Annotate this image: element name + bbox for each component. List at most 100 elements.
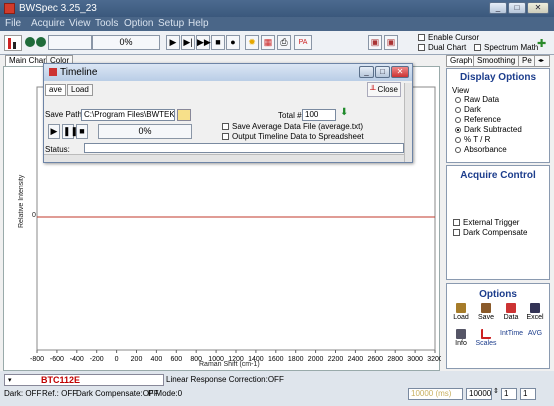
radio-absorbance[interactable]: Absorbance	[455, 145, 507, 154]
radio-percent-t-r[interactable]: % T / R	[455, 135, 490, 144]
x-tick-label: 1600	[268, 356, 284, 363]
spectrum-math-checkbox[interactable]: Spectrum Math	[474, 43, 538, 52]
horizontal-scrollbar[interactable]	[44, 154, 404, 162]
load-icon	[456, 303, 466, 313]
connect2-icon[interactable]	[36, 37, 46, 47]
radio-raw-data[interactable]: Raw Data	[455, 95, 499, 104]
folder-icon[interactable]	[177, 109, 191, 121]
inttime-input[interactable]: 10000	[466, 388, 492, 400]
data-button[interactable]: Data	[500, 302, 522, 324]
down-arrow-icon[interactable]: ⬇	[340, 107, 354, 120]
timeline-title: Timeline	[60, 67, 98, 78]
spin-icon[interactable]: ⇕	[493, 387, 499, 395]
sun-icon[interactable]: ✹	[245, 35, 259, 50]
hardware-icon[interactable]: ▣	[368, 35, 382, 50]
view-group-label: View	[452, 86, 470, 95]
acquire-control-title: Acquire Control	[460, 170, 536, 181]
spectrum-math-label: Spectrum Math	[484, 43, 539, 52]
record-icon[interactable]: ●	[226, 35, 240, 50]
menu-tools[interactable]: Tools	[95, 18, 118, 29]
avg-button[interactable]: AVG	[524, 330, 546, 352]
x-tick-label: -600	[50, 356, 64, 363]
display-options-title: Display Options	[459, 72, 537, 83]
device-select[interactable]: ▾ BTC112E	[4, 374, 164, 386]
close-button[interactable]: ✕	[527, 2, 549, 14]
x-tick-label: 2800	[387, 356, 403, 363]
fast-forward-icon[interactable]: ▶▶	[196, 35, 211, 50]
vertical-scrollbar[interactable]	[404, 83, 412, 162]
window-title: BWSpec 3.25_23	[19, 3, 97, 14]
display-options-box: Display Options View Raw Data Dark Refer…	[446, 68, 550, 163]
y-tick-label: 0	[32, 212, 36, 219]
tab-graph[interactable]: Graph	[446, 55, 477, 67]
timeline-maximize-button[interactable]: □	[375, 66, 390, 78]
extra-input[interactable]: 1	[520, 388, 536, 400]
options-box: Options Load Save Data Excel Info Scales…	[446, 283, 550, 369]
y-axis-label: Relative Intensity	[18, 174, 25, 228]
timeline-close-x[interactable]: ✕	[391, 66, 409, 78]
timeline-pause-icon[interactable]: ❚❚	[62, 124, 78, 139]
x-tick-label: -800	[30, 356, 44, 363]
menu-view[interactable]: View	[69, 18, 91, 29]
title-bar: BWSpec 3.25_23 _ □ ✕	[0, 0, 554, 17]
maximize-button[interactable]: □	[508, 2, 526, 14]
close-icon: ╨	[370, 85, 376, 94]
progress-field: 0%	[92, 35, 160, 50]
arrow-icon[interactable]: ✚	[537, 37, 546, 50]
excel-icon	[530, 303, 540, 313]
inttime-button[interactable]: IntTime	[500, 330, 523, 352]
scales-button[interactable]: Scales	[475, 328, 497, 350]
x-tick-label: 2000	[308, 356, 324, 363]
x-tick-label: 600	[170, 356, 182, 363]
data-icon	[506, 303, 516, 313]
radio-reference[interactable]: Reference	[455, 115, 501, 124]
timeline-play-icon[interactable]: ▶	[48, 124, 60, 139]
settings-icon[interactable]: ▣	[384, 35, 398, 50]
timeline-tab-load[interactable]: Load	[67, 84, 93, 96]
ref-status: Ref.: OFF	[42, 389, 78, 398]
timeline-icon	[49, 68, 57, 76]
enable-cursor-checkbox[interactable]: Enable Cursor	[418, 33, 479, 42]
timeline-stop-icon[interactable]: ■	[76, 124, 88, 139]
total-input[interactable]: 100	[302, 109, 336, 121]
save-average-checkbox[interactable]: Save Average Data File (average.txt)	[222, 122, 363, 131]
printer-icon[interactable]: ⎙	[277, 35, 291, 50]
timeline-dialog: Timeline _ □ ✕ ave Load ╨ Close Save Path…	[43, 63, 413, 163]
external-trigger-checkbox[interactable]: External Trigger	[453, 218, 519, 227]
x-tick-label: 1800	[288, 356, 304, 363]
play-icon[interactable]: ▶	[166, 35, 180, 50]
spectrometer-icon[interactable]	[4, 35, 22, 51]
menu-file[interactable]: File	[5, 18, 21, 29]
menu-setup[interactable]: Setup	[158, 18, 184, 29]
x-tick-label: 2200	[328, 356, 344, 363]
app-icon	[4, 3, 15, 14]
chevron-down-icon: ▾	[8, 377, 12, 384]
menu-help[interactable]: Help	[188, 18, 209, 29]
minimize-button[interactable]: _	[489, 2, 507, 14]
load-button[interactable]: Load	[450, 302, 472, 324]
save-path-input[interactable]: C:\Program Files\BWTEK\BWSpec	[81, 109, 175, 121]
peak-icon[interactable]: PA	[294, 35, 312, 50]
save-path-label: Save Path	[45, 110, 82, 119]
radio-dark-subtracted[interactable]: Dark Subtracted	[455, 125, 522, 134]
acquire-control-box: Acquire Control External Trigger Dark Co…	[446, 165, 550, 280]
dark-compensate-checkbox[interactable]: Dark Compensate	[453, 228, 527, 237]
radio-dark[interactable]: Dark	[455, 105, 481, 114]
tab-smoothing[interactable]: Smoothing	[473, 55, 520, 67]
timeline-minimize-button[interactable]: _	[359, 66, 374, 78]
save-button[interactable]: Save	[475, 302, 497, 324]
tab-scroll-arrows[interactable]: ◂▸	[534, 55, 550, 67]
timeline-tab-save[interactable]: ave	[45, 84, 66, 96]
connect-icon[interactable]	[25, 37, 35, 47]
stop-icon[interactable]: ■	[211, 35, 225, 50]
dual-chart-checkbox[interactable]: Dual Chart	[418, 43, 466, 52]
menu-option[interactable]: Option	[124, 18, 153, 29]
timeline-close-button[interactable]: ╨ Close	[367, 82, 401, 97]
info-button[interactable]: Info	[450, 328, 472, 350]
excel-button[interactable]: Excel	[524, 302, 546, 324]
avg-input[interactable]: 1	[501, 388, 517, 400]
grid-icon[interactable]: ▦	[261, 35, 275, 50]
menu-acquire[interactable]: Acquire	[31, 18, 65, 29]
step-icon[interactable]: ▶|	[181, 35, 195, 50]
output-timeline-checkbox[interactable]: Output Timeline Data to Spreadsheet	[222, 132, 364, 141]
